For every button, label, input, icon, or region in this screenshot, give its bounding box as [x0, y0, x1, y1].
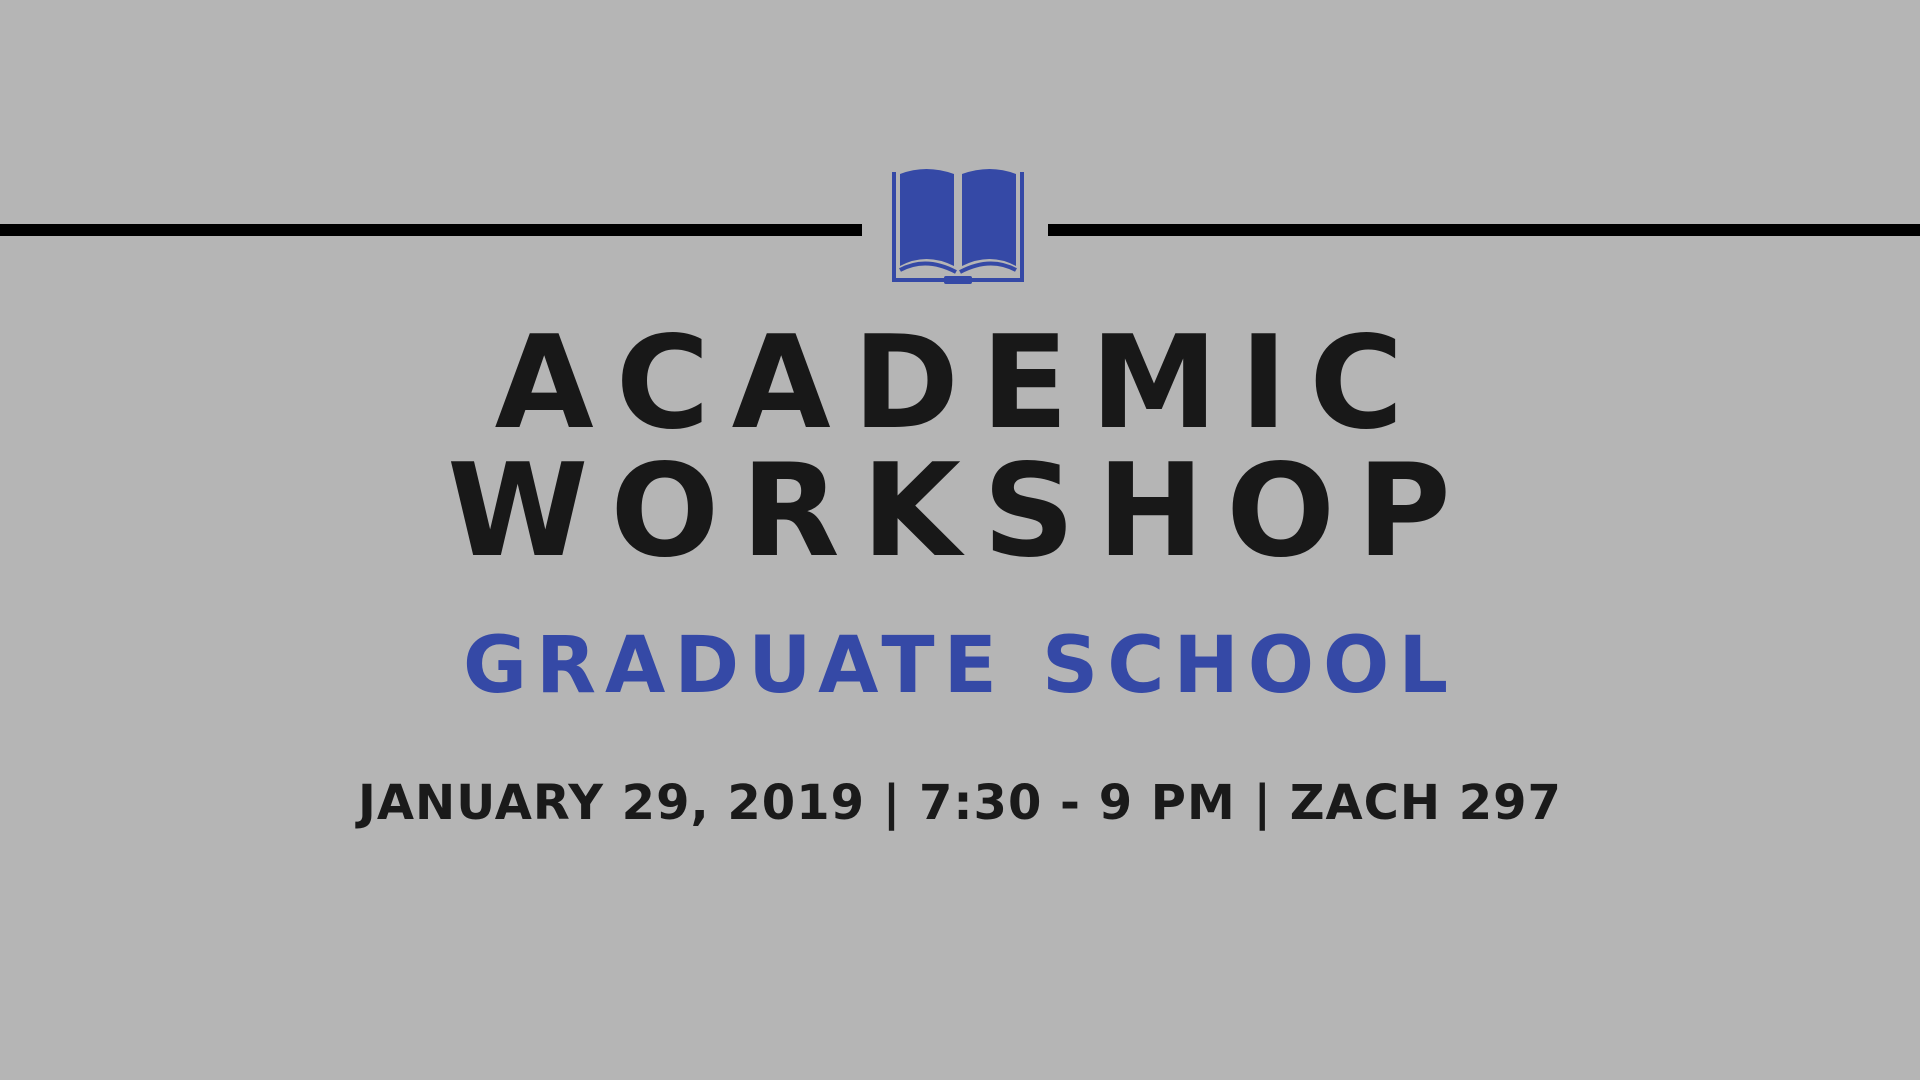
title-line-academic: ACADEMIC: [494, 309, 1426, 458]
open-book-icon: [892, 169, 1024, 284]
divider-line-left: [0, 224, 862, 236]
divider-line-right: [1048, 224, 1920, 236]
title-line-workshop: WORKSHOP: [447, 437, 1473, 586]
event-details: JANUARY 29, 2019 | 7:30 - 9 PM | ZACH 29…: [358, 775, 1562, 831]
subtitle-graduate-school: GRADUATE SCHOOL: [462, 621, 1458, 711]
